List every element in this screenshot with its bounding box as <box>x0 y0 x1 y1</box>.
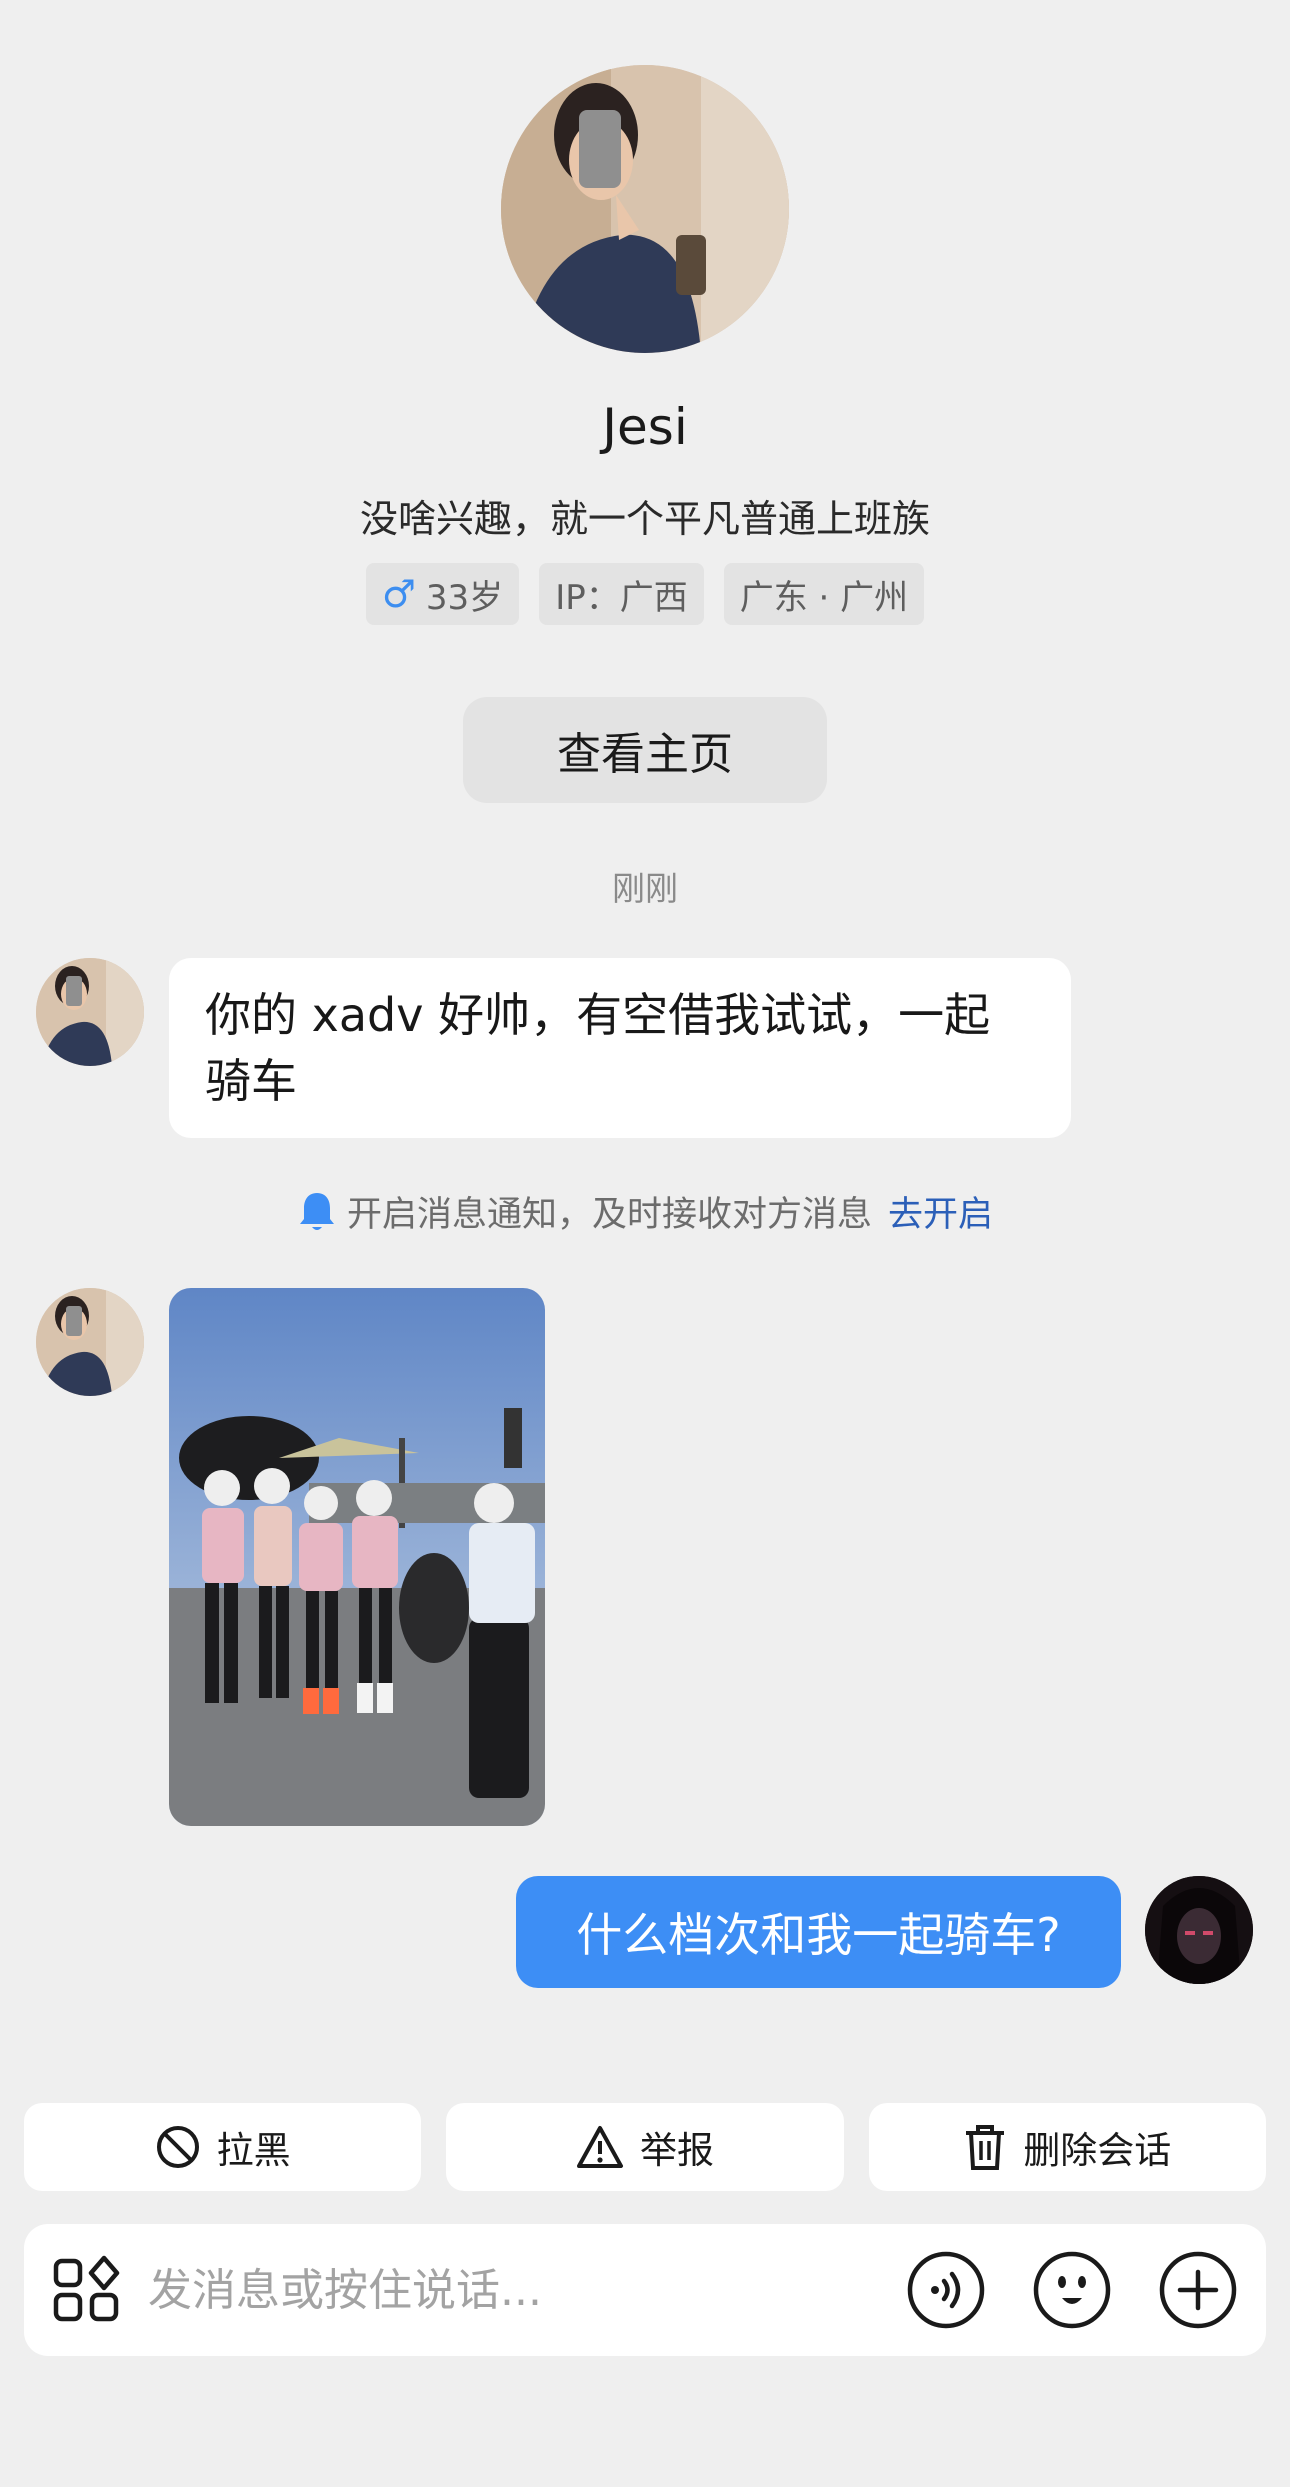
report-label: 举报 <box>639 2129 714 2172</box>
composer-bar <box>24 2224 1266 2356</box>
age-tag: ♂ 33岁 <box>365 563 520 625</box>
profile-bio: 没啥兴趣，就一个平凡普通上班族 <box>359 497 930 541</box>
sender-avatar[interactable] <box>36 1288 144 1396</box>
profile-tags: ♂ 33岁 IP：广西 广东 · 广州 <box>0 563 1290 625</box>
trash-icon <box>966 2125 1005 2170</box>
message-timestamp: 刚刚 <box>612 869 678 908</box>
ip-tag: IP：广西 <box>539 563 704 625</box>
my-avatar[interactable] <box>1145 1876 1253 1984</box>
apps-icon[interactable] <box>52 2255 122 2325</box>
warning-icon <box>576 2126 623 2168</box>
profile-name: Jesi <box>602 398 688 456</box>
location-tag: 广东 · 广州 <box>723 563 925 625</box>
plus-icon[interactable] <box>1158 2250 1238 2330</box>
block-icon <box>156 2126 199 2168</box>
notification-text: 开启消息通知，及时接收对方消息 <box>346 1195 872 1235</box>
age-label: 33岁 <box>425 577 504 618</box>
voice-icon[interactable] <box>906 2250 986 2330</box>
sender-avatar[interactable] <box>36 958 144 1066</box>
incoming-message[interactable]: 你的 xadv 好帅，有空借我试试，一起骑车 <box>169 958 1071 1138</box>
male-icon: ♂ <box>381 572 416 616</box>
block-label: 拉黑 <box>216 2129 291 2172</box>
bell-icon <box>299 1192 334 1230</box>
photo-icon <box>169 1288 545 1826</box>
action-bar: 拉黑 举报 删除会话 <box>24 2103 1266 2191</box>
outgoing-message[interactable]: 什么档次和我一起骑车? <box>516 1876 1121 1988</box>
emoji-icon[interactable] <box>1032 2250 1112 2330</box>
delete-label: 删除会话 <box>1023 2129 1172 2172</box>
location-label: 广东 · 广州 <box>739 577 909 618</box>
profile-avatar[interactable] <box>501 65 789 353</box>
enable-notification-link[interactable]: 去开启 <box>888 1186 993 1237</box>
delete-conversation-button[interactable]: 删除会话 <box>868 2103 1266 2191</box>
ip-label: IP：广西 <box>555 577 688 618</box>
notification-prompt: 开启消息通知，及时接收对方消息 去开启 <box>0 1186 1290 1237</box>
message-input[interactable] <box>146 2263 860 2317</box>
block-button[interactable]: 拉黑 <box>24 2103 422 2191</box>
report-button[interactable]: 举报 <box>446 2103 844 2191</box>
view-homepage-button[interactable]: 查看主页 <box>463 697 827 803</box>
image-message[interactable] <box>169 1288 545 1826</box>
